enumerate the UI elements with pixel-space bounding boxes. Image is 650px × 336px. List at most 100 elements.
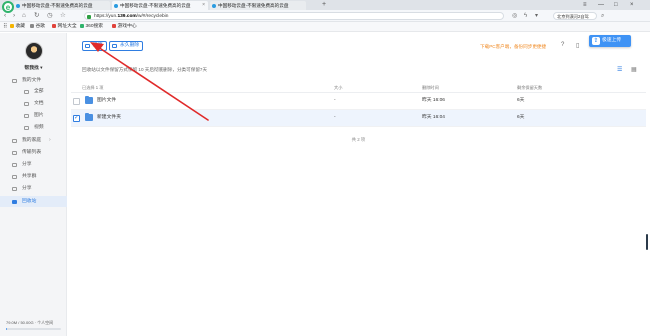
scrollbar-thumb[interactable]: [646, 234, 648, 250]
file-name[interactable]: 图片文件: [97, 93, 116, 109]
url-path: /w/#/recyclebin: [136, 14, 169, 19]
sidebar-item-groups[interactable]: 共享群: [0, 171, 67, 182]
chevron-right-icon: ›: [49, 137, 51, 143]
trash-icon: [12, 199, 17, 204]
tab-favicon-icon: [212, 3, 216, 8]
sidebar-item-family[interactable]: 我的家庭 ›: [0, 135, 67, 146]
phone-icon[interactable]: ▯: [576, 42, 579, 49]
history-icon[interactable]: ◷: [47, 11, 53, 21]
table-row[interactable]: 图片文件 - 昨天 16:06 6天: [71, 93, 646, 110]
sidebar-item-all[interactable]: 全部: [0, 86, 67, 97]
folder-icon: [85, 95, 93, 104]
window-close-icon[interactable]: ×: [630, 0, 634, 10]
delete-button-label: 永久删除: [120, 43, 140, 48]
file-size: -: [334, 115, 336, 120]
site-icon: [80, 23, 84, 28]
reader-icon[interactable]: ◎: [512, 11, 517, 21]
bookmark-label: 网址大全: [57, 24, 77, 29]
browser-tab-active[interactable]: 中国移动云盘-不限速免费高的云盘 ×: [112, 1, 208, 10]
row-checkbox[interactable]: [73, 97, 80, 105]
row-checkbox-checked[interactable]: ✓: [73, 114, 80, 122]
bookmark-label: 谷歌: [35, 24, 46, 29]
sidebar-item-shared[interactable]: 分享: [0, 183, 67, 194]
sidebar-item-transfers[interactable]: 传输列表: [0, 147, 67, 158]
username[interactable]: 帮我找 ▾: [0, 64, 67, 71]
image-icon: [24, 113, 29, 118]
upload-button[interactable]: ⇪ 极速上传: [589, 35, 631, 47]
bookmark-item[interactable]: 网址大全: [52, 22, 77, 32]
column-header-name: 已选择 1 项: [82, 85, 104, 90]
grid-view-icon[interactable]: ▦: [631, 66, 637, 73]
restore-icon: [85, 44, 90, 48]
sidebar-item-my-files[interactable]: 我的文件: [0, 75, 67, 86]
storage-progress-fill: [6, 328, 8, 330]
sidebar-item-label: 分享: [22, 186, 32, 191]
tab-favicon-icon: [114, 3, 118, 8]
search-input[interactable]: 北京到漠河2自驾: [553, 12, 597, 20]
delete-time: 昨天 16:06: [422, 98, 445, 103]
minimize-icon[interactable]: —: [598, 0, 604, 10]
bookmark-item[interactable]: 收藏: [10, 22, 25, 32]
page-icon: [30, 23, 34, 28]
sidebar: 帮我找 ▾ 我的文件 全部 文档 图片 视频 我的家庭 › 传输列表 分享 共享群…: [0, 33, 67, 336]
file-size: -: [334, 98, 336, 103]
url-prefix: https://yun.: [94, 14, 118, 19]
site-icon: [52, 23, 56, 28]
home-icon[interactable]: ⌂: [22, 11, 26, 21]
list-view-icon[interactable]: ☰: [617, 66, 622, 73]
avatar[interactable]: [25, 42, 43, 60]
column-header-days[interactable]: 剩余保留天数: [517, 85, 542, 91]
days-left: 6天: [517, 115, 525, 120]
menu-icon[interactable]: ≡: [583, 0, 587, 10]
restore-button[interactable]: 还原: [82, 41, 107, 51]
apps-icon[interactable]: ⠿: [3, 22, 7, 32]
browser-tab[interactable]: 中国移动云盘-不限速免费高的云盘: [210, 1, 306, 10]
upload-icon: ⇪: [592, 37, 600, 45]
sidebar-item-label: 共享群: [22, 174, 37, 179]
sidebar-item-docs[interactable]: 文档: [0, 98, 67, 109]
bookmark-item[interactable]: 谷歌: [30, 22, 45, 32]
url-field[interactable]: https://yun.139.com/w/#/recyclebin: [84, 12, 504, 20]
new-tab-icon[interactable]: +: [322, 0, 326, 9]
sidebar-item-label: 图片: [34, 113, 44, 118]
restore-button-label: 还原: [93, 43, 103, 48]
folder-icon: [12, 78, 17, 83]
video-icon: [24, 125, 29, 130]
browser-tab[interactable]: 中国移动云盘-不限速免费高的云盘: [14, 1, 110, 10]
tab-title: 中国移动云盘-不限速免费高的云盘: [22, 3, 93, 8]
family-icon: [12, 138, 17, 143]
sidebar-item-label: 视频: [34, 125, 44, 130]
bookmark-item[interactable]: 游戏中心: [112, 22, 137, 32]
sidebar-item-label: 回收站: [22, 199, 37, 204]
sidebar-item-label: 我的文件: [22, 78, 42, 83]
star-icon[interactable]: ☆: [60, 11, 66, 21]
bookmark-label: 360搜索: [85, 24, 104, 29]
column-header-time[interactable]: 删除时间: [422, 85, 439, 91]
tab-title: 中国移动云盘-不限速免费高的云盘: [218, 3, 289, 8]
permanent-delete-button[interactable]: 永久删除: [109, 41, 144, 51]
column-header-size[interactable]: 大小: [334, 85, 342, 91]
dropdown-icon[interactable]: ▾: [535, 11, 538, 21]
tab-close-icon[interactable]: ×: [202, 1, 205, 10]
lightning-icon[interactable]: ϟ: [524, 11, 527, 21]
document-icon: [24, 101, 29, 106]
file-name[interactable]: 新建文件夹: [97, 110, 121, 126]
download-client-link[interactable]: 下载PC客户端，备份同步更便捷: [480, 44, 546, 50]
days-left: 6天: [517, 98, 525, 103]
share-icon: [12, 162, 17, 167]
help-icon[interactable]: ?: [561, 42, 564, 48]
sidebar-item-recycle-bin[interactable]: 回收站: [0, 196, 67, 207]
tab-title: 中国移动云盘-不限速免费高的云盘: [120, 3, 191, 8]
bookmark-item[interactable]: 360搜索: [80, 22, 103, 32]
forward-icon[interactable]: ›: [13, 11, 15, 21]
reload-icon[interactable]: ↻: [34, 11, 39, 21]
search-icon[interactable]: ⌕: [601, 11, 604, 21]
group-icon: [12, 174, 17, 179]
address-bar-row: ‹ › ⌂ ↻ ◷ ☆ https://yun.139.com/w/#/recy…: [0, 10, 650, 22]
sidebar-item-share[interactable]: 分享: [0, 159, 67, 170]
browser-logo-icon: e: [2, 1, 14, 13]
sidebar-item-images[interactable]: 图片: [0, 110, 67, 121]
sidebar-item-videos[interactable]: 视频: [0, 122, 67, 133]
maximize-icon[interactable]: □: [614, 0, 618, 10]
table-row-selected[interactable]: ✓ 新建文件夹 - 昨天 16:04 6天: [71, 110, 646, 127]
